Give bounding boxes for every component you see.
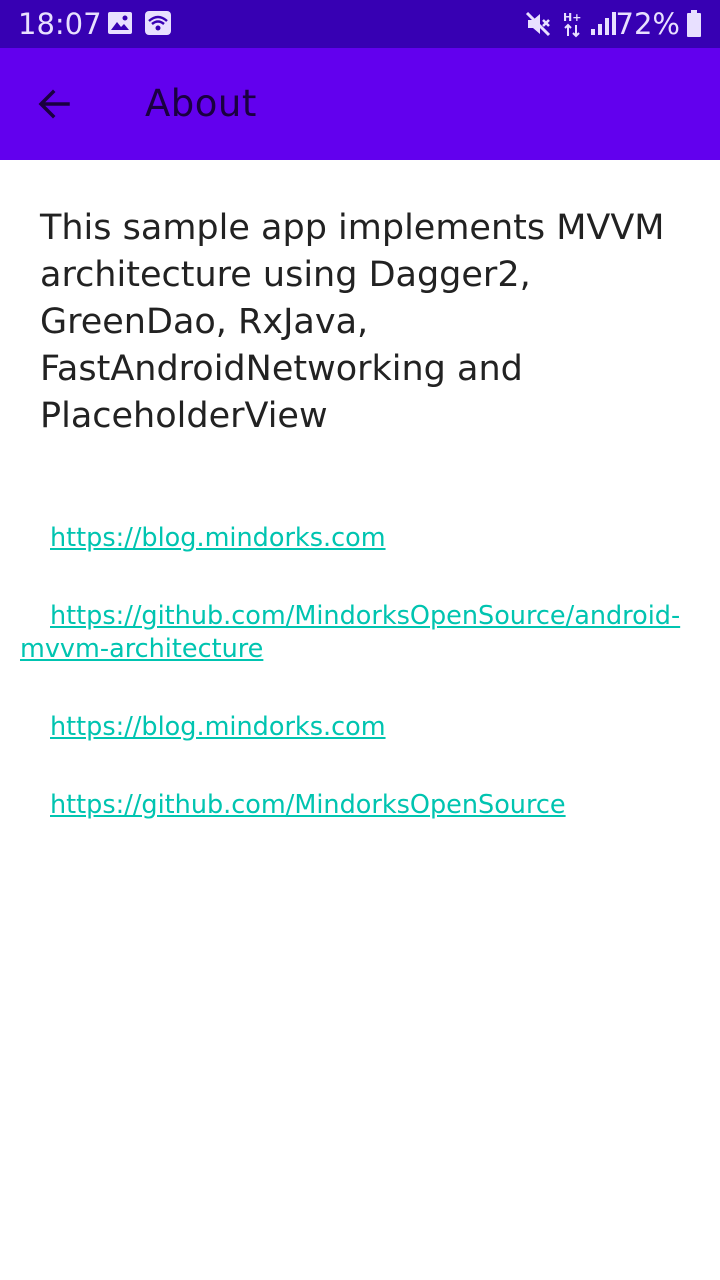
svg-text:H+: H+ bbox=[563, 11, 581, 24]
about-description: This sample app implements MVVM architec… bbox=[40, 208, 665, 436]
status-time: 18:07 bbox=[18, 7, 102, 41]
status-bar: 18:07 H+ 72% bbox=[0, 0, 720, 48]
link-blog-2[interactable]: https://blog.mindorks.com bbox=[20, 711, 700, 744]
mute-icon bbox=[524, 10, 552, 43]
link-github-project[interactable]: https://github.com/MindorksOpenSource/an… bbox=[20, 600, 700, 666]
link-blog[interactable]: https://blog.mindorks.com bbox=[20, 522, 700, 555]
image-icon bbox=[107, 10, 133, 41]
back-button[interactable] bbox=[22, 72, 86, 136]
app-bar: About bbox=[0, 48, 720, 160]
wifi-hotspot-icon bbox=[144, 10, 172, 41]
page-title: About bbox=[145, 82, 257, 125]
signal-icon bbox=[590, 12, 616, 41]
arrow-back-icon bbox=[38, 89, 70, 119]
network-hplus-icon: H+ bbox=[562, 10, 584, 43]
battery-icon bbox=[686, 10, 702, 43]
battery-percentage: 72% bbox=[615, 7, 680, 41]
links-list: https://blog.mindorks.com https://github… bbox=[20, 522, 700, 867]
about-screen: 18:07 H+ 72% About This sample app imple… bbox=[0, 0, 720, 1280]
link-github-org[interactable]: https://github.com/MindorksOpenSource bbox=[20, 789, 700, 822]
